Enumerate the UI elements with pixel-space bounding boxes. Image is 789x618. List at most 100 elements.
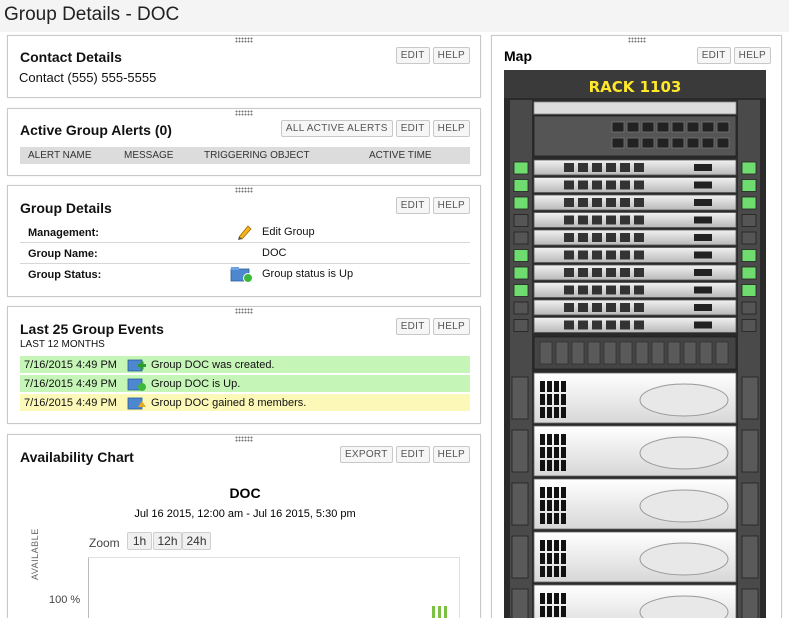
drive-bay [592,215,602,225]
storage-drive [554,500,559,511]
help-button[interactable]: HELP [733,47,771,64]
column-header[interactable]: ACTIVE TIME [369,150,432,161]
rack-rail-slot [511,588,529,618]
edit-button[interactable]: EDIT [395,446,430,463]
drive-bay [564,215,574,225]
event-row[interactable]: 7/16/2015 4:49 PM Group DOC gained 8 mem… [20,394,470,412]
edit-button[interactable]: EDIT [395,120,430,137]
server-bezel [694,251,712,259]
drag-handle[interactable] [627,37,646,43]
active-alerts-panel: Active Group Alerts (0) ALL ACTIVE ALERT… [7,108,481,176]
rack-status-light [741,249,757,262]
rack-status-light [513,231,529,245]
drive-bay [564,285,574,295]
group-events-panel: Last 25 Group Events EDIT HELP LAST 12 M… [7,306,481,424]
drag-handle[interactable] [235,436,253,442]
storage-drive [547,447,552,458]
zoom-12h-button[interactable]: 12h [153,532,182,550]
pencil-icon[interactable] [236,223,254,244]
availability-bar [438,606,441,618]
event-row[interactable]: 7/16/2015 4:49 PM Group DOC is Up. [20,375,470,393]
drive-bay [634,250,644,260]
availability-chart-panel: Availability Chart EXPORT EDIT HELP DOC … [7,434,481,618]
disk-slot [667,341,681,365]
storage-bezel [639,383,729,417]
drive-bay [592,233,602,242]
help-button[interactable]: HELP [432,47,470,64]
drag-handle[interactable] [235,308,253,314]
storage-drive [561,447,566,458]
rack-status-light [513,161,529,175]
edit-group-link[interactable]: Edit Group [262,226,315,238]
group-up-icon [127,376,147,395]
drive-bay [634,180,644,190]
map-panel: Map EDIT HELP RACK 1103 [491,35,782,618]
all-active-alerts-button[interactable]: ALL ACTIVE ALERTS [280,120,393,137]
rack-status-light [513,266,529,280]
panel-buttons: EDIT HELP [395,197,470,214]
help-button[interactable]: HELP [432,318,470,335]
rack-rail-slot [741,535,759,579]
help-button[interactable]: HELP [432,446,470,463]
chart-title: DOC [229,485,261,501]
panel-buttons: EDIT HELP [395,318,470,335]
zoom-1h-button[interactable]: 1h [127,532,152,550]
drive-bay [620,250,630,260]
detail-label: Group Status: [28,269,102,281]
rack-rail-slot [511,482,529,526]
rack-status-light [741,301,757,315]
storage-drive [540,447,545,458]
storage-drive [547,553,552,564]
drive-bay [634,303,644,312]
drive-bay [592,320,602,330]
drive-bay [578,180,588,190]
storage-drive [561,513,566,524]
storage-drive [561,434,566,445]
column-header[interactable]: ALERT NAME [28,150,92,161]
panel-title: Contact Details [20,49,122,65]
availability-plot[interactable] [88,557,460,618]
edit-button[interactable]: EDIT [395,318,430,335]
drive-bay [634,215,644,225]
disk-slot [651,341,665,365]
event-time: 7/16/2015 4:49 PM [24,397,117,409]
server-bezel [694,199,712,206]
event-row[interactable]: 7/16/2015 4:49 PM Group DOC was created. [20,356,470,374]
drive-bay [620,233,630,242]
edit-button[interactable]: EDIT [696,47,731,64]
storage-drive [561,566,566,577]
group-name-value: DOC [262,247,287,259]
drag-handle[interactable] [235,37,253,43]
group-status-up-icon [230,265,254,286]
help-button[interactable]: HELP [432,197,470,214]
disk-slot [555,341,569,365]
group-created-icon [127,357,147,376]
edit-button[interactable]: EDIT [395,47,430,64]
rack-status-light [513,319,529,332]
alerts-table-header: ALERT NAME MESSAGE TRIGGERING OBJECT ACT… [20,147,470,164]
panel-title: Last 25 Group Events [20,321,164,337]
drive-bay [578,163,588,172]
storage-drive [547,593,552,604]
edit-button[interactable]: EDIT [395,197,430,214]
zoom-24h-button[interactable]: 24h [182,532,211,550]
column-header[interactable]: TRIGGERING OBJECT [204,150,310,161]
switch-port [671,137,685,149]
rack-status-light [513,214,529,227]
y-axis-label: AVAILABLE [30,528,40,580]
drive-bay [564,198,574,207]
drive-bay [592,285,602,295]
column-header[interactable]: MESSAGE [124,150,173,161]
events-period: LAST 12 MONTHS [20,339,105,350]
drive-bay [578,320,588,330]
event-message: Group DOC is Up. [151,378,241,390]
drive-bay [564,250,574,260]
rack-map-image[interactable]: RACK 1103 [504,70,766,618]
storage-drive [554,593,559,604]
drag-handle[interactable] [235,110,253,116]
storage-drive [547,460,552,471]
storage-drive [547,407,552,418]
help-button[interactable]: HELP [432,120,470,137]
export-button[interactable]: EXPORT [339,446,393,463]
drag-handle[interactable] [235,187,253,193]
